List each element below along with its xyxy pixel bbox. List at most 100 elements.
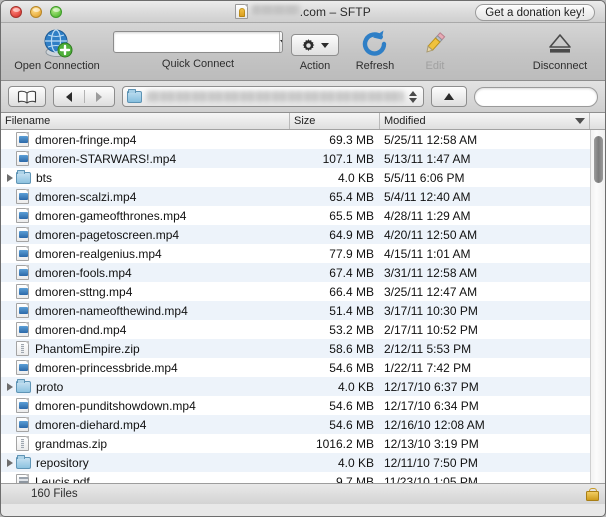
cell-size: 67.4 MB	[329, 265, 374, 280]
quick-connect-field[interactable]	[113, 31, 283, 53]
table-row[interactable]: repository 4.0 KB 12/11/10 7:50 PM	[1, 453, 590, 472]
quick-connect-group: Quick Connect	[113, 31, 283, 70]
mp4-file-icon	[16, 322, 29, 337]
table-row[interactable]: dmoren-sttng.mp4 66.4 MB 3/25/11 12:47 AM	[1, 282, 590, 301]
page-title: redacted.com – SFTP	[252, 4, 371, 19]
cell-modified: 12/13/10 3:19 PM	[384, 436, 479, 451]
disconnect-button[interactable]: Disconnect	[517, 27, 603, 72]
filename-label: dmoren-fringe.mp4	[35, 132, 137, 147]
lock-document-icon	[235, 4, 249, 19]
forward-button[interactable]	[85, 87, 115, 106]
cell-filename: grandmas.zip	[1, 436, 290, 451]
edit-label: Edit	[425, 60, 445, 72]
cell-filename: dmoren-fringe.mp4	[1, 132, 290, 147]
table-row[interactable]: dmoren-fringe.mp4 69.3 MB 5/25/11 12:58 AM	[1, 130, 590, 149]
cell-modified: 1/22/11 7:42 PM	[384, 360, 472, 375]
table-row[interactable]: dmoren-fools.mp4 67.4 MB 3/31/11 12:58 AM	[1, 263, 590, 282]
cell-size: 4.0 KB	[337, 379, 374, 394]
history-navigation-group	[53, 86, 115, 107]
window-controls	[10, 5, 62, 18]
file-list-header: Filename Size Modified	[1, 113, 605, 130]
cell-filename: dmoren-STARWARS!.mp4	[1, 151, 290, 166]
mp4-file-icon	[16, 303, 29, 318]
filename-label: dmoren-sttng.mp4	[35, 284, 133, 299]
filename-label: dmoren-nameofthewind.mp4	[35, 303, 188, 318]
cyberduck-window: redacted.com – SFTP Get a donation key! …	[0, 0, 606, 517]
table-row[interactable]: dmoren-diehard.mp4 54.6 MB 12/16/10 12:08 …	[1, 415, 590, 434]
disclosure-triangle-icon[interactable]	[7, 458, 13, 467]
filename-label: PhantomEmpire.zip	[35, 341, 140, 356]
cell-modified: 5/5/11 6:06 PM	[384, 170, 465, 185]
cell-size: 1016.2 MB	[315, 436, 374, 451]
filename-label: proto	[36, 379, 64, 394]
table-row[interactable]: grandmas.zip 1016.2 MB 12/13/10 3:19 PM	[1, 434, 590, 453]
donation-key-button[interactable]: Get a donation key!	[475, 4, 595, 21]
mp4-file-icon	[16, 132, 29, 147]
bookmarks-button[interactable]	[8, 86, 46, 107]
cell-modified: 4/15/11 1:01 AM	[384, 246, 471, 261]
table-row[interactable]: PhantomEmpire.zip 58.6 MB 2/12/11 5:53 PM	[1, 339, 590, 358]
quick-connect-input[interactable]	[114, 32, 279, 52]
table-row[interactable]: dmoren-nameofthewind.mp4 51.4 MB 3/17/11 1…	[1, 301, 590, 320]
table-row[interactable]: dmoren-punditshowdown.mp4 54.6 MB 12/17/10…	[1, 396, 590, 415]
minimize-button[interactable]	[30, 5, 42, 18]
search-field[interactable]	[474, 86, 605, 107]
table-row[interactable]: proto 4.0 KB 12/17/10 6:37 PM	[1, 377, 590, 396]
cell-modified: 4/20/11 12:50 AM	[384, 227, 478, 242]
parent-directory-button[interactable]	[431, 86, 467, 107]
action-menu-button[interactable]	[291, 34, 339, 56]
cell-filename: dmoren-princessbride.mp4	[1, 360, 290, 375]
file-browser-list[interactable]: dmoren-fringe.mp4 69.3 MB 5/25/11 12:58 AM…	[1, 130, 605, 483]
mp4-file-icon	[16, 189, 29, 204]
table-row[interactable]: dmoren-princessbride.mp4 54.6 MB 1/22/11 7…	[1, 358, 590, 377]
table-row[interactable]: dmoren-STARWARS!.mp4 107.1 MB 5/13/11 1:47…	[1, 149, 590, 168]
lock-icon[interactable]	[586, 487, 599, 501]
cell-filename: dmoren-diehard.mp4	[1, 417, 290, 432]
filename-label: bts	[36, 170, 53, 185]
file-rows: dmoren-fringe.mp4 69.3 MB 5/25/11 12:58 AM…	[1, 130, 590, 483]
table-row[interactable]: dmoren-gameofthrones.mp4 65.5 MB 4/28/11 1…	[1, 206, 590, 225]
refresh-label: Refresh	[355, 60, 395, 72]
cell-size: 69.3 MB	[329, 132, 374, 147]
filename-label: dmoren-realgenius.mp4	[35, 246, 162, 261]
filename-label: dmoren-fools.mp4	[35, 265, 132, 280]
table-row[interactable]: Leucis.pdf 9.7 MB 11/23/10 1:05 PM	[1, 472, 590, 483]
refresh-button[interactable]: Refresh	[345, 27, 405, 72]
path-popup-button[interactable]	[122, 86, 424, 107]
eject-icon	[549, 34, 571, 53]
mp4-file-icon	[16, 398, 29, 413]
table-row[interactable]: dmoren-realgenius.mp4 77.9 MB 4/15/11 1:01…	[1, 244, 590, 263]
filename-label: dmoren-pagetoscreen.mp4	[35, 227, 180, 242]
cell-filename: dmoren-realgenius.mp4	[1, 246, 290, 261]
back-button[interactable]	[54, 87, 84, 106]
table-row[interactable]: bts 4.0 KB 5/5/11 6:06 PM	[1, 168, 590, 187]
scrollbar-thumb[interactable]	[594, 136, 603, 183]
table-row[interactable]: dmoren-pagetoscreen.mp4 64.9 MB 4/20/11 12…	[1, 225, 590, 244]
disclosure-triangle-icon[interactable]	[7, 173, 13, 182]
column-header-size[interactable]: Size	[290, 113, 380, 129]
column-header-filename[interactable]: Filename	[1, 113, 290, 129]
close-button[interactable]	[10, 5, 22, 18]
filename-label: dmoren-diehard.mp4	[35, 417, 147, 432]
refresh-icon-wrap	[360, 27, 390, 59]
open-connection-button[interactable]: Open Connection	[1, 27, 113, 72]
cell-filename: dmoren-pagetoscreen.mp4	[1, 227, 290, 242]
disclosure-triangle-icon[interactable]	[7, 382, 13, 391]
quick-connect-label: Quick Connect	[161, 58, 235, 70]
column-header-modified[interactable]: Modified	[380, 113, 590, 129]
vertical-scrollbar[interactable]	[590, 130, 605, 483]
cell-size: 9.7 MB	[335, 474, 374, 484]
table-row[interactable]: dmoren-scalzi.mp4 65.4 MB 5/4/11 12:40 AM	[1, 187, 590, 206]
cell-modified: 12/16/10 12:08 AM	[384, 417, 485, 432]
zoom-button[interactable]	[50, 5, 62, 18]
quick-connect-dropdown-button[interactable]	[279, 32, 282, 52]
edit-button[interactable]: Edit	[405, 27, 465, 72]
filename-label: grandmas.zip	[35, 436, 108, 451]
file-count-label: 160 Files	[31, 488, 78, 500]
action-button[interactable]: Action	[285, 27, 345, 72]
chevron-down-icon	[321, 42, 329, 48]
search-input[interactable]	[486, 90, 605, 103]
cell-size: 58.6 MB	[329, 341, 374, 356]
column-header-modified-label: Modified	[384, 115, 426, 127]
table-row[interactable]: dmoren-dnd.mp4 53.2 MB 2/17/11 10:52 PM	[1, 320, 590, 339]
